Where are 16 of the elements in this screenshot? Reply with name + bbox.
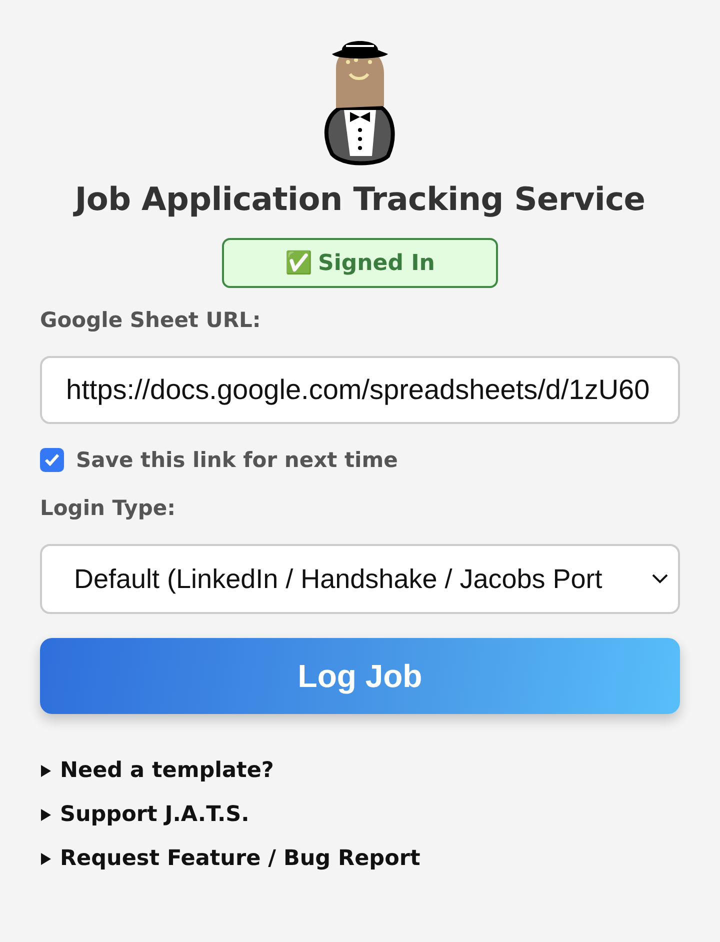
sheet-url-label: Google Sheet URL:: [40, 308, 262, 332]
triangle-icon: [40, 764, 52, 776]
checkmark-icon: [44, 453, 60, 467]
save-link-label: Save this link for next time: [76, 448, 398, 472]
chevron-down-icon: [652, 574, 668, 584]
login-type-select[interactable]: Default (LinkedIn / Handshake / Jacobs Port: [40, 544, 680, 614]
disclosure-toggle[interactable]: Need a template?: [40, 758, 274, 783]
disclosure-toggle[interactable]: Request Feature / Bug Report: [40, 846, 420, 871]
save-link-checkbox[interactable]: [40, 448, 64, 472]
triangle-icon: [40, 808, 52, 820]
app-title: Job Application Tracking Service: [72, 180, 646, 218]
disclosure-toggle[interactable]: Support J.A.T.S.: [40, 802, 250, 827]
login-type-label: Login Type:: [40, 496, 176, 520]
signed-in-status: ✅ Signed In: [222, 238, 498, 288]
sheet-url-field[interactable]: https://docs.google.com/spreadsheets/d/1zU60: [40, 356, 680, 424]
triangle-icon: [40, 852, 52, 864]
